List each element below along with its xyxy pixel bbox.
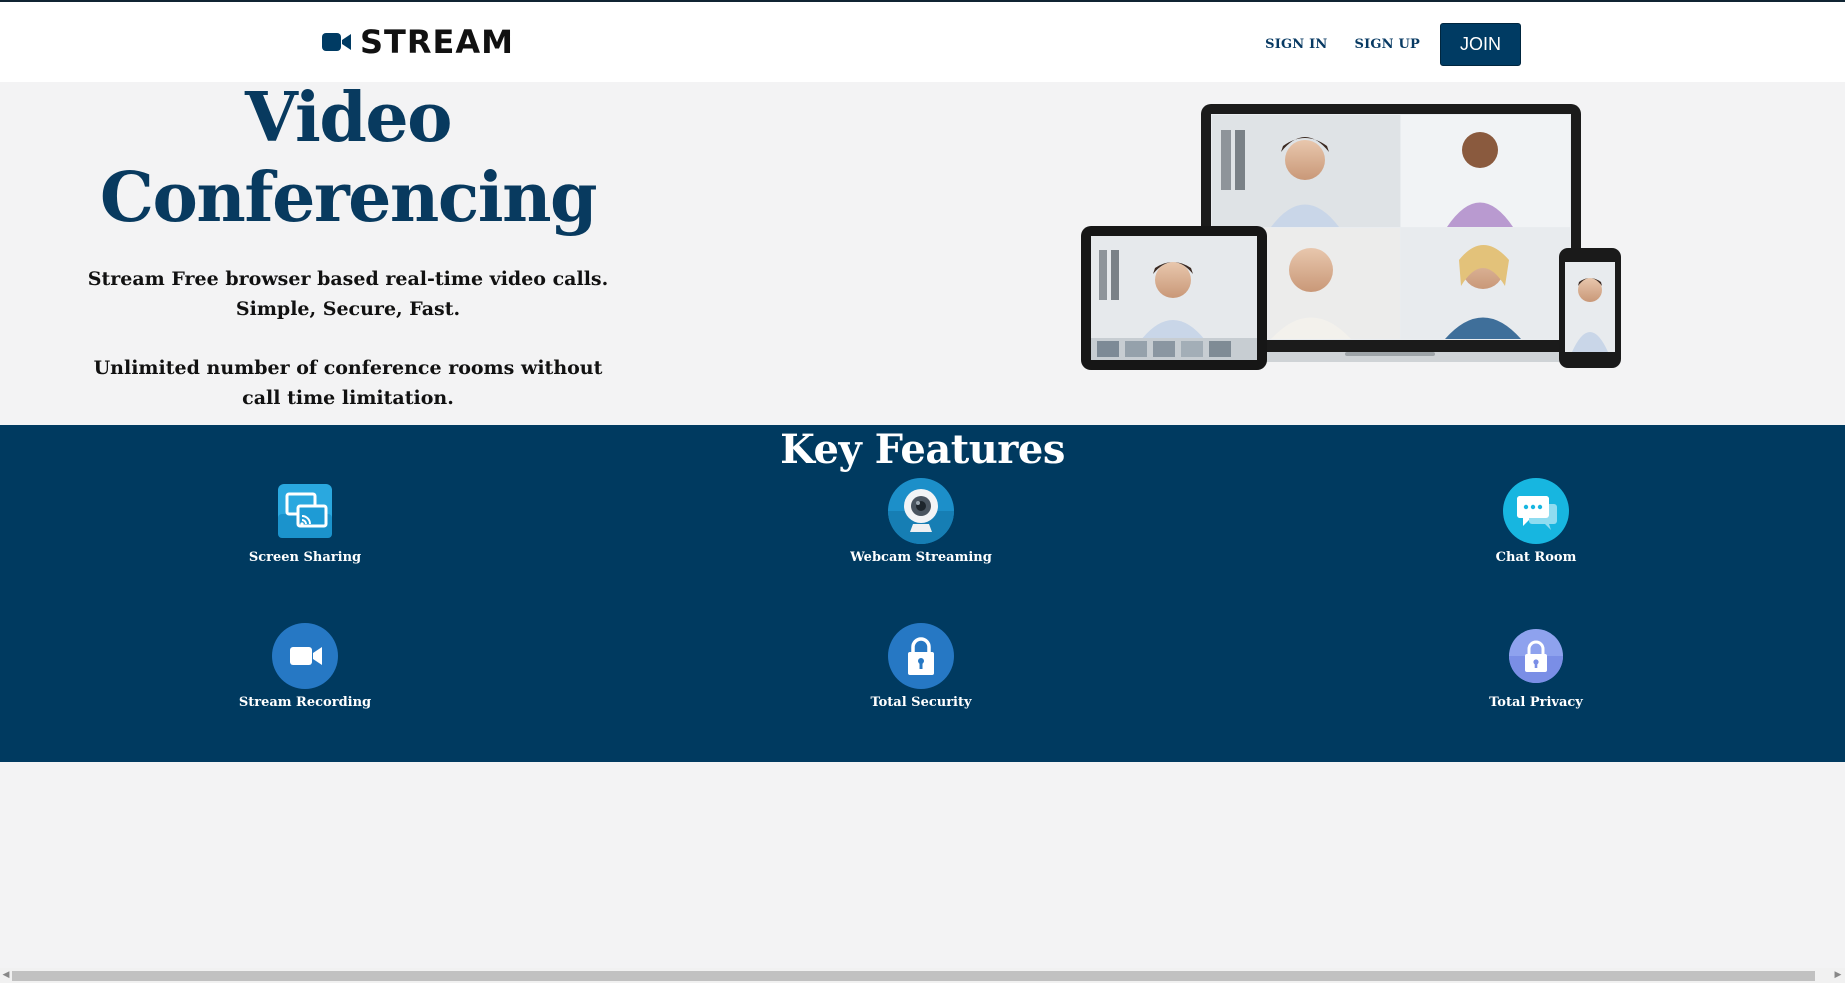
- hero-description-line-1: Unlimited number of conference rooms wit…: [93, 357, 603, 379]
- join-button[interactable]: JOIN: [1440, 23, 1521, 66]
- feature-label: Screen Sharing: [248, 550, 362, 565]
- webcam-icon: [888, 478, 954, 544]
- privacy-lock-icon: [1509, 629, 1563, 683]
- feature-label: Chat Room: [1495, 550, 1577, 565]
- feature-label: Total Security: [870, 695, 972, 710]
- logo[interactable]: STREAM: [322, 23, 514, 61]
- hero-subtitle-line-2: Simple, Secure, Fast.: [235, 298, 461, 320]
- video-camera-icon: [272, 623, 338, 689]
- horizontal-scrollbar[interactable]: ◀ ▶: [0, 968, 1845, 983]
- main-nav: SIGN IN SIGN UP JOIN: [1265, 23, 1521, 66]
- hero-title-line-1: Video: [244, 78, 453, 158]
- scroll-left-arrow-icon[interactable]: ◀: [1, 970, 11, 981]
- feature-webcam-streaming[interactable]: Webcam Streaming: [791, 478, 1051, 565]
- feature-screen-sharing[interactable]: Screen Sharing: [175, 478, 435, 565]
- hero-subtitle: Stream Free browser based real-time vide…: [78, 264, 618, 324]
- site-header: STREAM SIGN IN SIGN UP JOIN: [0, 2, 1845, 82]
- feature-stream-recording[interactable]: Stream Recording: [175, 623, 435, 710]
- devices-video-call-illustration: [1081, 104, 1621, 370]
- feature-label: Webcam Streaming: [850, 550, 992, 565]
- hero-title-line-2: Conferencing: [99, 158, 598, 238]
- hero-description-line-2: call time limitation.: [242, 387, 454, 409]
- feature-chat-room[interactable]: Chat Room: [1406, 478, 1666, 565]
- features-title: Key Features: [780, 426, 1065, 473]
- hero-subtitle-line-1: Stream Free browser based real-time vide…: [87, 268, 609, 290]
- chat-icon: [1503, 478, 1569, 544]
- sign-in-link[interactable]: SIGN IN: [1265, 37, 1327, 52]
- scroll-right-arrow-icon[interactable]: ▶: [1833, 970, 1843, 981]
- hero-title: Video Conferencing: [88, 78, 608, 238]
- feature-label: Total Privacy: [1489, 695, 1583, 710]
- feature-label: Stream Recording: [238, 695, 372, 710]
- logo-text: STREAM: [360, 23, 514, 61]
- hero-description: Unlimited number of conference rooms wit…: [78, 353, 618, 413]
- screen-sharing-icon: [278, 484, 332, 538]
- sign-up-link[interactable]: SIGN UP: [1355, 37, 1421, 52]
- video-camera-logo-icon: [322, 33, 351, 51]
- feature-total-privacy[interactable]: Total Privacy: [1406, 623, 1666, 710]
- scrollbar-thumb[interactable]: [12, 971, 1815, 981]
- feature-total-security[interactable]: Total Security: [791, 623, 1051, 710]
- key-features-section: Key Features Screen Sharing Webcam Strea…: [0, 425, 1845, 762]
- padlock-icon: [888, 623, 954, 689]
